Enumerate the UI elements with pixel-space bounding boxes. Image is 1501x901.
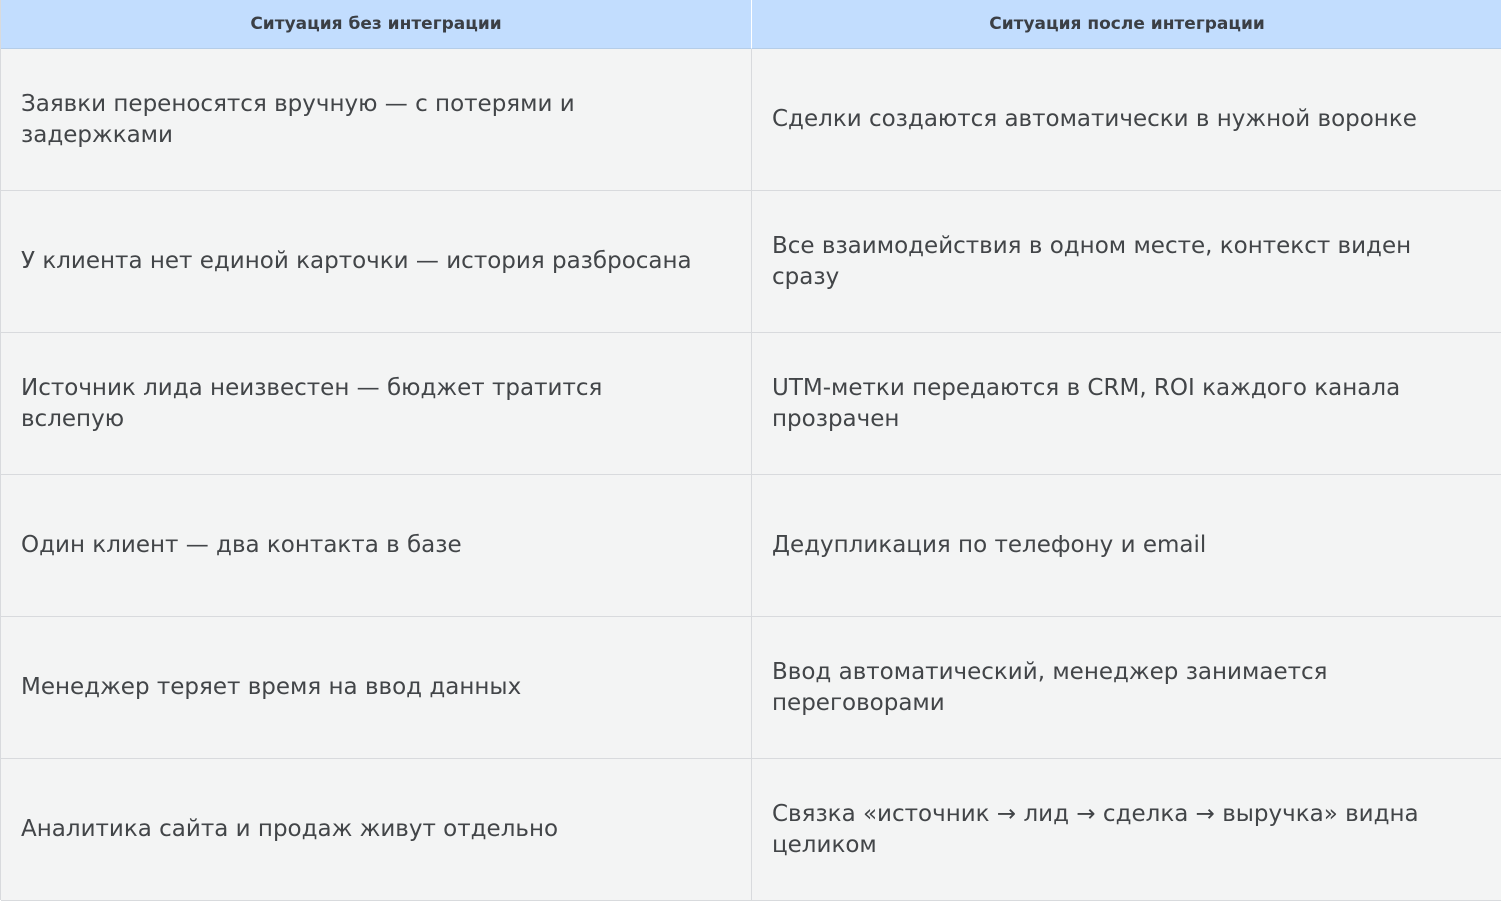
cell-text: Связка «источник → лид → сделка → выручк…	[772, 800, 1419, 858]
row-4-after: Дедупликация по телефону и email	[751, 475, 1501, 617]
cell-text: UTM-метки передаются в CRM, ROI каждого …	[772, 374, 1401, 432]
comparison-table: Ситуация без интеграции Ситуация после и…	[0, 0, 1501, 901]
row-6-before: Аналитика сайта и продаж живут отдельно	[1, 759, 751, 901]
cell-text: Заявки переносятся вручную — с потерями …	[21, 90, 575, 148]
row-5-after: Ввод автоматический, менеджер занимается…	[751, 617, 1501, 759]
row-4-before: Один клиент — два контакта в базе	[1, 475, 751, 617]
row-5-before: Менеджер теряет время на ввод данных	[1, 617, 751, 759]
row-2-before: У клиента нет единой карточки — история …	[1, 191, 751, 333]
cell-text: У клиента нет единой карточки — история …	[21, 248, 692, 274]
cell-text: Один клиент — два контакта в базе	[21, 532, 462, 558]
cell-text: Все взаимодействия в одном месте, контек…	[772, 232, 1412, 290]
cell-text: Источник лида неизвестен — бюджет тратит…	[21, 374, 603, 432]
header-with-integration: Ситуация после интеграции	[751, 0, 1501, 49]
cell-text: Менеджер теряет время на ввод данных	[21, 674, 522, 700]
row-1-before: Заявки переносятся вручную — с потерями …	[1, 49, 751, 191]
cell-text: Сделки создаются автоматически в нужной …	[772, 106, 1417, 132]
row-1-after: Сделки создаются автоматически в нужной …	[751, 49, 1501, 191]
row-3-before: Источник лида неизвестен — бюджет тратит…	[1, 333, 751, 475]
header-without-integration: Ситуация без интеграции	[1, 0, 751, 49]
row-3-after: UTM-метки передаются в CRM, ROI каждого …	[751, 333, 1501, 475]
cell-text: Аналитика сайта и продаж живут отдельно	[21, 816, 559, 842]
cell-text: Дедупликация по телефону и email	[772, 532, 1207, 558]
cell-text: Ввод автоматический, менеджер занимается…	[772, 658, 1328, 716]
row-6-after: Связка «источник → лид → сделка → выручк…	[751, 759, 1501, 901]
row-2-after: Все взаимодействия в одном месте, контек…	[751, 191, 1501, 333]
